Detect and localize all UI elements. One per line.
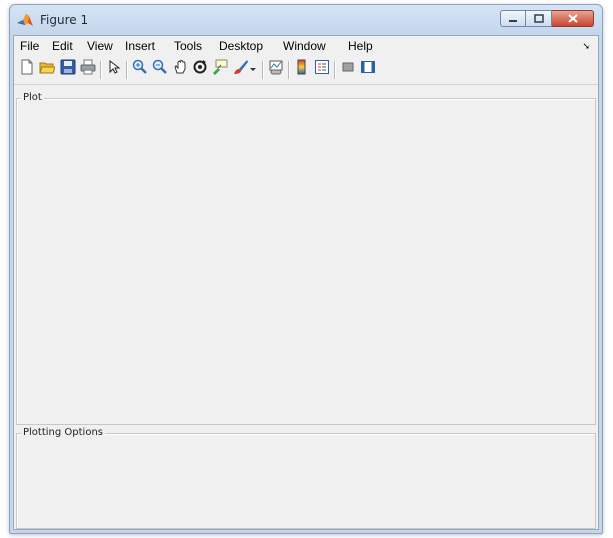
plot-panel-title: Plot	[21, 92, 44, 103]
close-button[interactable]	[552, 10, 594, 27]
maximize-button[interactable]	[526, 10, 552, 27]
dropdown-arrow-icon	[249, 60, 257, 78]
minimize-button[interactable]	[500, 10, 526, 27]
data-cursor-button[interactable]	[211, 59, 229, 80]
open-file-icon	[39, 59, 56, 80]
hide-plot-tools-button[interactable]	[339, 60, 357, 78]
insert-colorbar-button[interactable]	[293, 59, 311, 80]
toolbar-separator	[126, 61, 127, 79]
print-button[interactable]	[79, 59, 97, 80]
menu-view[interactable]: View	[87, 39, 113, 53]
pan-hand-icon	[172, 59, 188, 80]
minimize-icon	[508, 10, 518, 28]
zoom-out-icon	[152, 59, 168, 80]
edit-plot-button[interactable]	[105, 59, 123, 80]
save-button[interactable]	[59, 59, 77, 80]
brush-icon	[233, 59, 249, 80]
menu-insert[interactable]: Insert	[125, 39, 155, 53]
pan-button[interactable]	[171, 59, 189, 80]
menu-bar: File Edit View Insert Tools Desktop Wind…	[14, 36, 598, 56]
print-icon	[80, 59, 96, 80]
window-controls	[500, 10, 594, 28]
plotting-options-panel-title: Plotting Options	[21, 427, 105, 438]
menu-help[interactable]: Help	[348, 39, 373, 53]
toolbar-separator	[100, 61, 101, 79]
insert-legend-button[interactable]	[313, 59, 331, 80]
insert-colorbar-icon	[294, 59, 310, 80]
maximize-icon	[533, 10, 544, 28]
toolbar-separator	[262, 61, 263, 79]
brush-dropdown-button[interactable]	[248, 60, 258, 78]
rotate-3d-button[interactable]	[191, 59, 209, 80]
figure-toolbar	[14, 56, 598, 85]
insert-legend-icon	[314, 59, 330, 80]
menu-desktop[interactable]: Desktop	[219, 39, 263, 53]
plotting-options-panel: Plotting Options	[16, 427, 596, 529]
figure-client-area: File Edit View Insert Tools Desktop Wind…	[13, 35, 599, 530]
window-title: Figure 1	[40, 13, 89, 27]
toolbar-separator	[334, 61, 335, 79]
new-figure-button[interactable]	[18, 59, 36, 80]
hide-plot-tools-icon	[340, 59, 356, 80]
show-plot-tools-button[interactable]	[359, 60, 377, 78]
close-icon	[567, 10, 578, 28]
menu-file[interactable]: File	[20, 39, 39, 53]
save-icon	[60, 59, 76, 80]
edit-plot-arrow-icon	[106, 59, 122, 80]
zoom-out-button[interactable]	[151, 59, 169, 80]
title-bar[interactable]: Figure 1	[10, 5, 602, 35]
show-plot-tools-icon	[360, 59, 376, 80]
menu-edit[interactable]: Edit	[52, 39, 73, 53]
new-figure-icon	[19, 59, 35, 80]
menu-window[interactable]: Window	[283, 39, 326, 53]
menu-expand-icon[interactable]: ➘	[582, 41, 590, 52]
link-plot-button[interactable]	[267, 60, 285, 78]
data-cursor-icon	[212, 59, 228, 80]
zoom-in-icon	[132, 59, 148, 80]
matlab-logo-icon	[16, 12, 34, 28]
zoom-in-button[interactable]	[131, 59, 149, 80]
plot-panel: Plot	[16, 92, 596, 425]
menu-tools[interactable]: Tools	[174, 39, 202, 53]
link-plot-icon	[268, 59, 284, 80]
toolbar-separator	[288, 61, 289, 79]
figure-window: Figure 1 File Edit View Insert Tools Des…	[9, 4, 603, 534]
open-file-button[interactable]	[38, 60, 56, 78]
rotate-3d-icon	[192, 59, 208, 80]
